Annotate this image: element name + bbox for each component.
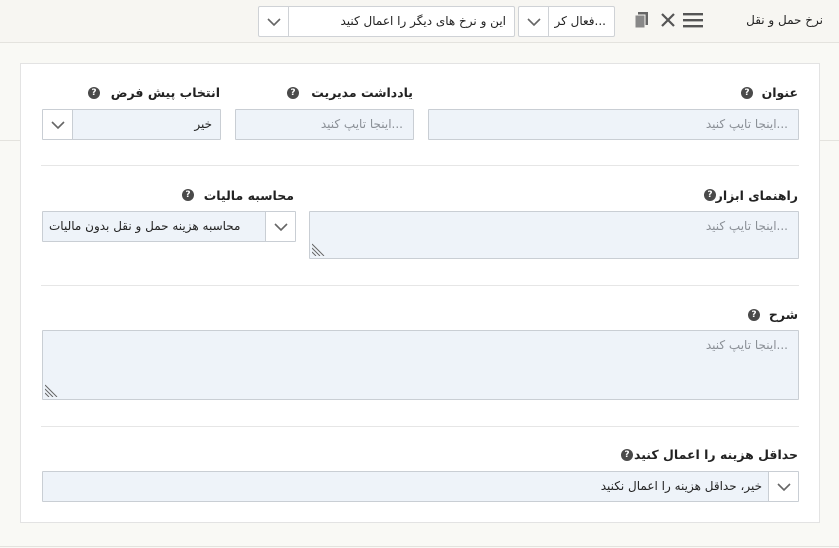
divider — [0, 140, 20, 141]
help-icon[interactable]: ? — [748, 309, 760, 321]
min-cost-select[interactable]: خیر، حداقل هزینه را اعمال نکنید — [42, 471, 799, 502]
admin-note-label: یادداشت مدیریت — [311, 85, 413, 100]
chevron-down-icon — [519, 7, 549, 36]
apply-rates-select[interactable]: این و نرخ های دیگر را اعمال کنید — [258, 6, 515, 37]
chevron-down-icon — [259, 7, 289, 36]
chevron-down-icon — [43, 110, 73, 139]
help-icon[interactable]: ? — [704, 189, 716, 201]
help-icon[interactable]: ? — [88, 87, 100, 99]
admin-note-input[interactable]: اینجا تایپ کنید... — [235, 109, 414, 140]
divider — [0, 546, 839, 547]
resize-handle-icon[interactable] — [45, 383, 59, 397]
admin-note-placeholder: اینجا تایپ کنید... — [320, 117, 403, 131]
page-title: نرخ حمل و نقل — [746, 13, 823, 27]
resize-handle-icon[interactable] — [312, 242, 326, 256]
help-icon[interactable]: ? — [182, 189, 194, 201]
tooltip-label: راهنمای ابزار — [715, 188, 798, 203]
apply-rates-select-value: این و نرخ های دیگر را اعمال کنید — [340, 14, 506, 28]
help-icon[interactable]: ? — [621, 449, 633, 461]
help-icon[interactable]: ? — [287, 87, 299, 99]
top-toolbar: نرخ حمل و نقل فعال کر... این و نرخ های د… — [0, 0, 839, 43]
title-field-label: عنوان — [761, 85, 798, 100]
status-select-value: فعال کر... — [554, 14, 606, 28]
default-select[interactable]: خیر — [42, 109, 221, 140]
tax-calc-label: محاسبه مالیات — [203, 188, 294, 203]
help-icon[interactable]: ? — [741, 87, 753, 99]
description-label: شرح — [768, 307, 798, 322]
divider — [41, 165, 799, 166]
close-icon[interactable] — [658, 10, 678, 30]
divider — [820, 140, 839, 141]
tooltip-placeholder: اینجا تایپ کنید... — [705, 219, 788, 233]
default-select-label: انتخاب پیش فرض — [110, 85, 220, 100]
default-select-value: خیر — [194, 117, 212, 131]
description-textarea[interactable]: اینجا تایپ کنید... — [42, 330, 799, 400]
divider — [41, 426, 799, 427]
menu-icon[interactable] — [683, 10, 703, 30]
divider — [41, 285, 799, 286]
tooltip-textarea[interactable]: اینجا تایپ کنید... — [309, 211, 799, 259]
chevron-down-icon — [265, 212, 295, 241]
copy-icon[interactable] — [632, 10, 652, 30]
title-input[interactable]: اینجا تایپ کنید... — [428, 109, 799, 140]
title-input-placeholder: اینجا تایپ کنید... — [705, 117, 788, 131]
status-select[interactable]: فعال کر... — [518, 6, 615, 37]
chevron-down-icon — [768, 472, 798, 501]
min-cost-label: حداقل هزینه را اعمال کنید — [633, 447, 798, 462]
tax-calc-select[interactable]: محاسبه هزینه حمل و نقل بدون مالیات — [42, 211, 296, 242]
min-cost-value: خیر، حداقل هزینه را اعمال نکنید — [600, 479, 762, 493]
rate-settings-card: عنوان ? اینجا تایپ کنید... یادداشت مدیری… — [20, 63, 820, 523]
description-placeholder: اینجا تایپ کنید... — [705, 338, 788, 352]
tax-calc-value: محاسبه هزینه حمل و نقل بدون مالیات — [49, 219, 241, 233]
